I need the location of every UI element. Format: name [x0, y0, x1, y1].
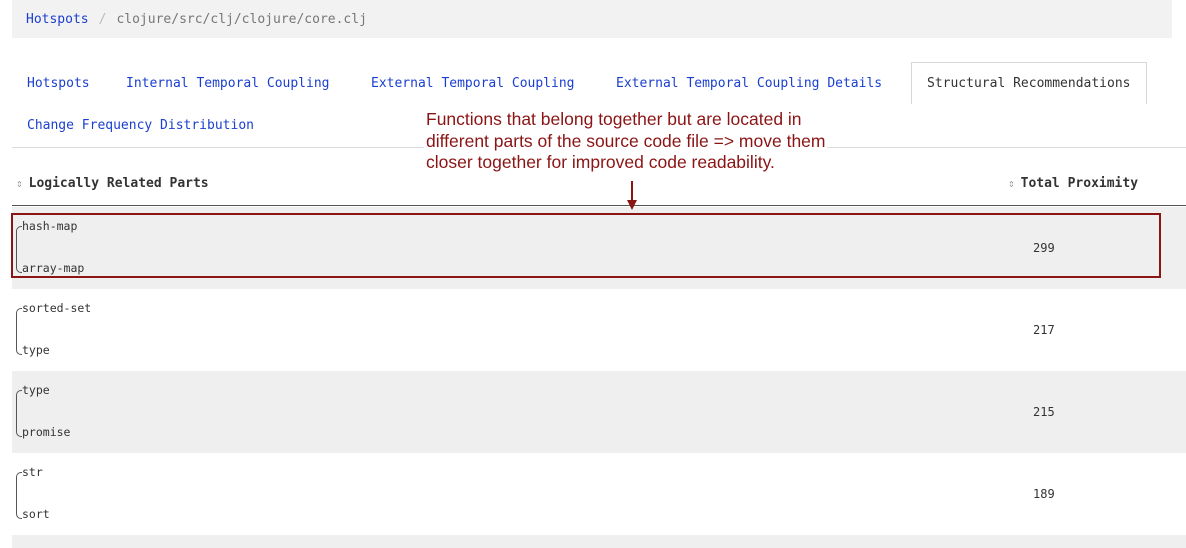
tab-hotspots[interactable]: Hotspots: [27, 76, 90, 91]
proximity-value: 217: [1033, 323, 1055, 337]
proximity-value: 189: [1033, 487, 1055, 501]
tab-external-temporal-coupling-details[interactable]: External Temporal Coupling Details: [616, 76, 882, 91]
breadcrumb: Hotspots / clojure/src/clj/clojure/core.…: [12, 0, 1172, 38]
part-name: hash-map: [22, 219, 78, 233]
tab-change-frequency-distribution[interactable]: Change Frequency Distribution: [27, 118, 254, 133]
part-name: array-map: [22, 261, 85, 275]
table-row[interactable]: [12, 535, 1186, 548]
proximity-value: 299: [1033, 241, 1055, 255]
column-header-total-proximity[interactable]: ⇕ Total Proximity: [1008, 176, 1138, 191]
tab-internal-temporal-coupling[interactable]: Internal Temporal Coupling: [126, 76, 330, 91]
table-row[interactable]: sorted-set type 217: [12, 289, 1186, 371]
annotation-arrow-icon: [627, 181, 637, 210]
part-name: type: [22, 383, 50, 397]
table-row[interactable]: hash-map array-map 299: [12, 207, 1186, 289]
breadcrumb-current-file: clojure/src/clj/clojure/core.clj: [116, 11, 367, 27]
part-name: sorted-set: [22, 301, 92, 315]
part-name: promise: [22, 425, 71, 439]
part-name: type: [22, 343, 50, 357]
table-row[interactable]: str sort 189: [12, 453, 1186, 535]
annotation-line: different parts of the source code file …: [426, 130, 826, 151]
proximity-value: 215: [1033, 405, 1055, 419]
sort-icon: ⇕: [1008, 177, 1015, 190]
annotation-callout: Functions that belong together but are l…: [424, 109, 828, 174]
analysis-tabs: Hotspots Internal Temporal Coupling Exte…: [12, 62, 1172, 104]
tab-structural-recommendations[interactable]: Structural Recommendations: [911, 62, 1147, 104]
table-header-divider: [12, 205, 1186, 206]
sort-icon: ⇕: [16, 177, 23, 190]
breadcrumb-hotspots-link[interactable]: Hotspots: [26, 12, 89, 27]
annotation-line: Functions that belong together but are l…: [426, 109, 802, 129]
part-name: sort: [22, 507, 50, 521]
part-name: str: [22, 465, 43, 479]
table-row[interactable]: type promise 215: [12, 371, 1186, 453]
tab-external-temporal-coupling[interactable]: External Temporal Coupling: [371, 76, 575, 91]
column-header-logically-related-parts[interactable]: ⇕ Logically Related Parts: [16, 176, 209, 191]
annotation-line: closer together for improved code readab…: [426, 152, 775, 172]
breadcrumb-separator: /: [98, 11, 107, 27]
